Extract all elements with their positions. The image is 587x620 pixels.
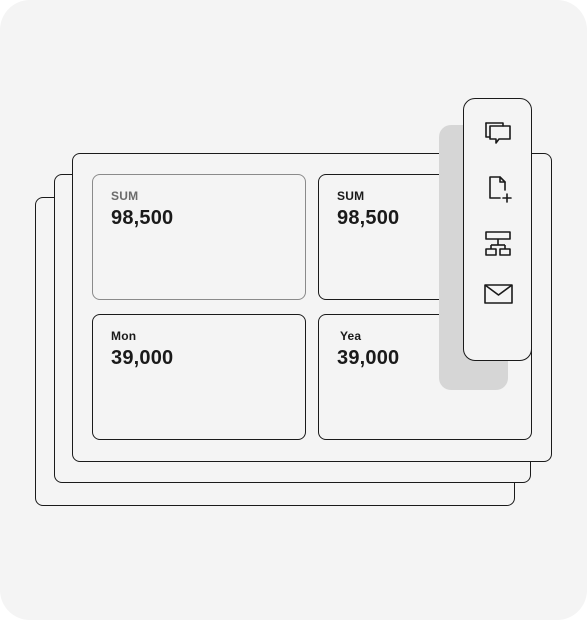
stat-card[interactable]: SUM 98,500 [92, 174, 306, 300]
stat-card-label: Mon [111, 329, 137, 343]
floating-toolbar [463, 98, 532, 361]
stat-card-value: 98,500 [111, 207, 174, 229]
stat-card-value: 98,500 [337, 207, 400, 229]
stat-card[interactable]: Mon 39,000 [92, 314, 306, 440]
mail-icon [484, 284, 513, 304]
hierarchy-icon [485, 231, 511, 256]
illustration-canvas: SUM 98,500 SUM 98,500 Mon 39,000 Yea 39,… [0, 0, 587, 620]
stat-card-label: SUM [111, 189, 139, 203]
add-document-icon [489, 176, 512, 203]
comments-button[interactable] [480, 116, 516, 152]
stat-card-label: SUM [337, 189, 365, 203]
stat-card-value: 39,000 [111, 347, 174, 369]
mail-button[interactable] [480, 276, 516, 312]
add-document-button[interactable] [480, 171, 516, 207]
hierarchy-button[interactable] [480, 226, 516, 262]
stat-card-value: 39,000 [337, 347, 400, 369]
stat-card-label: Yea [340, 329, 362, 343]
chat-bubbles-icon [485, 122, 511, 144]
